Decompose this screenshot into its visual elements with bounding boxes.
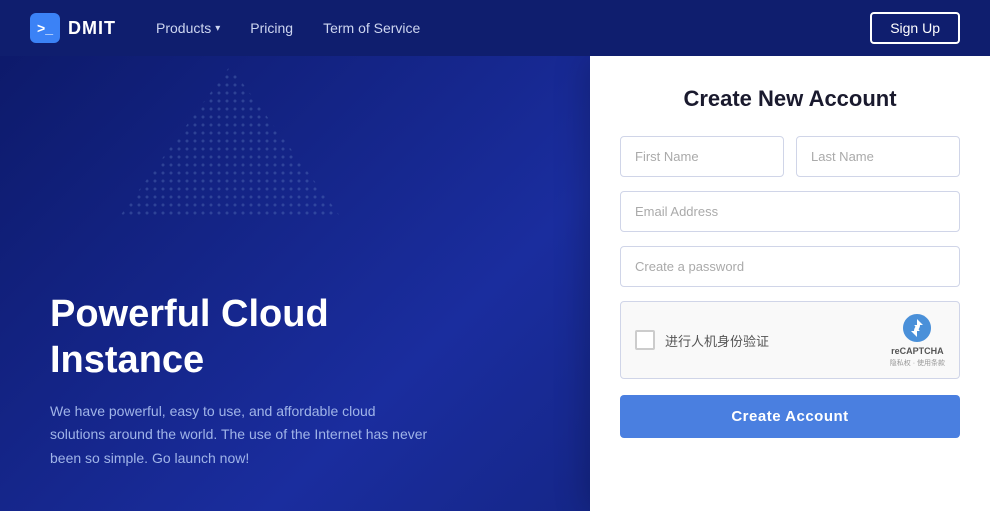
recaptcha-subtext: 隐私权 · 使用条款 xyxy=(890,358,945,368)
registration-form: Create New Account 进行人机身份验证 xyxy=(590,56,990,511)
recaptcha-text: reCAPTCHA xyxy=(891,346,944,356)
nav-pricing[interactable]: Pricing xyxy=(250,20,293,36)
password-input[interactable] xyxy=(620,246,960,287)
nav-pricing-label: Pricing xyxy=(250,20,293,36)
create-account-button[interactable]: Create Account xyxy=(620,395,960,438)
hero-subtitle: We have powerful, easy to use, and affor… xyxy=(50,400,430,471)
nav-tos[interactable]: Term of Service xyxy=(323,20,420,36)
captcha-label: 进行人机身份验证 xyxy=(665,331,769,350)
main-content: Powerful Cloud Instance We have powerful… xyxy=(0,56,990,511)
form-title: Create New Account xyxy=(620,86,960,112)
first-name-wrap xyxy=(620,136,784,177)
hero-title: Powerful Cloud Instance xyxy=(50,292,550,383)
hero-section: Powerful Cloud Instance We have powerful… xyxy=(0,56,590,511)
nav-products-label: Products xyxy=(156,20,211,36)
chevron-down-icon: ▾ xyxy=(215,23,220,34)
nav-tos-label: Term of Service xyxy=(323,20,420,36)
navbar: >_ DMIT Products ▾ Pricing Term of Servi… xyxy=(0,0,990,56)
last-name-wrap xyxy=(796,136,960,177)
nav-products[interactable]: Products ▾ xyxy=(156,20,220,36)
nav-links: Products ▾ Pricing Term of Service xyxy=(156,20,870,36)
recaptcha-icon xyxy=(901,312,933,344)
email-input[interactable] xyxy=(620,191,960,232)
logo[interactable]: >_ DMIT xyxy=(30,13,116,43)
last-name-input[interactable] xyxy=(796,136,960,177)
captcha-checkbox[interactable] xyxy=(635,330,655,350)
logo-text: DMIT xyxy=(68,18,116,39)
captcha-right: reCAPTCHA 隐私权 · 使用条款 xyxy=(890,312,945,368)
captcha-box[interactable]: 进行人机身份验证 reCAPTCHA 隐私权 · 使用条款 xyxy=(620,301,960,379)
captcha-left: 进行人机身份验证 xyxy=(635,330,769,350)
name-row xyxy=(620,136,960,177)
signup-button[interactable]: Sign Up xyxy=(870,12,960,44)
first-name-input[interactable] xyxy=(620,136,784,177)
logo-icon: >_ xyxy=(30,13,60,43)
